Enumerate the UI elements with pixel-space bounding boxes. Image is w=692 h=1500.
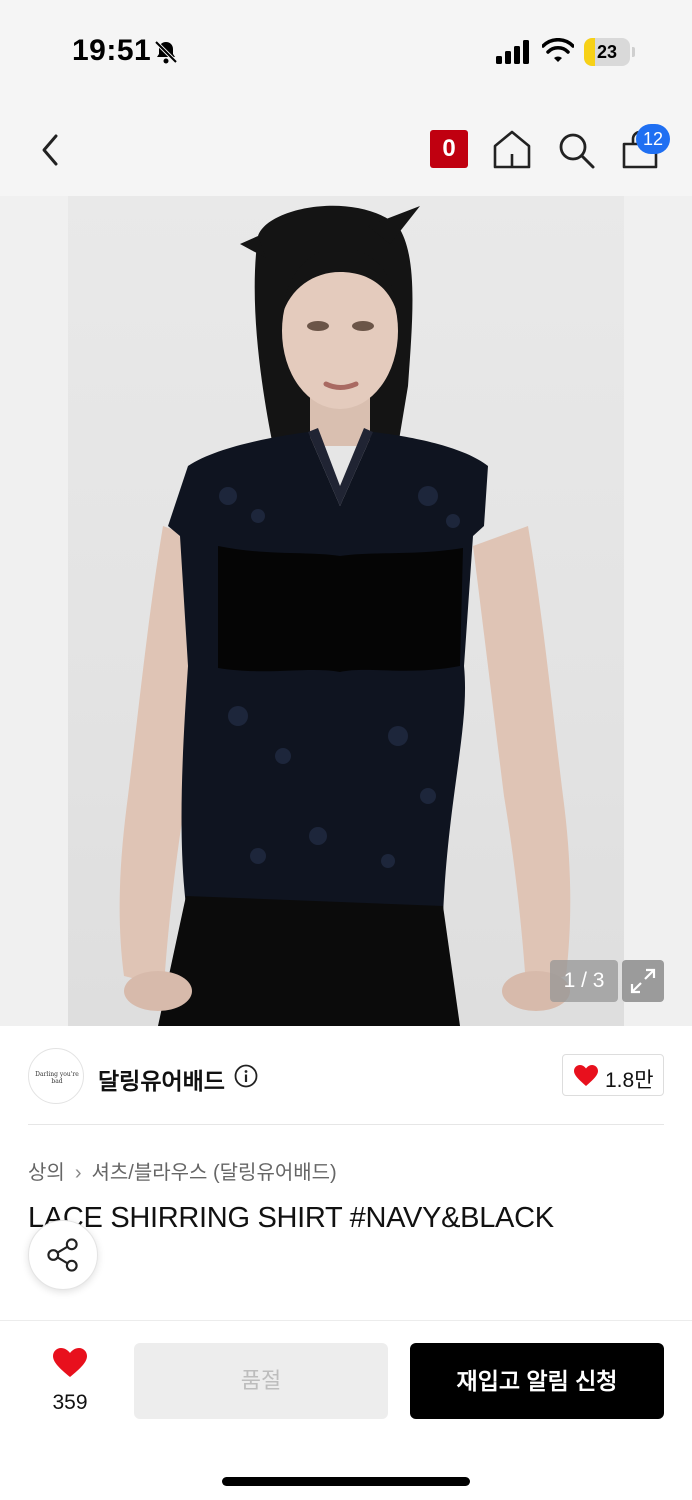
- wifi-icon: [542, 38, 574, 62]
- brand-logo[interactable]: Darling you're bad: [28, 1048, 84, 1104]
- wishlist-count: 359: [52, 1391, 88, 1414]
- battery-icon: 23: [584, 38, 636, 66]
- breadcrumb-category[interactable]: 상의: [28, 1162, 65, 1184]
- image-counter: 1 / 3: [550, 960, 618, 1002]
- brand-like-button[interactable]: 1.8만: [562, 1054, 664, 1096]
- chevron-right-icon: ›: [74, 1162, 82, 1184]
- soldout-button: 품절: [134, 1343, 388, 1419]
- home-indicator[interactable]: [222, 1477, 470, 1486]
- breadcrumb: 상의 › 셔츠/블라우스 (달링유어배드): [28, 1156, 337, 1185]
- product-photo[interactable]: [68, 196, 624, 1026]
- bell-slash-icon: [154, 40, 178, 64]
- home-icon[interactable]: [492, 128, 532, 170]
- bottom-action-bar: 359 품절 재입고 알림 신청: [0, 1320, 692, 1500]
- breadcrumb-subcategory[interactable]: 셔츠/블라우스 (달링유어배드): [91, 1162, 336, 1184]
- product-image-gallery[interactable]: [0, 196, 692, 1026]
- model-illustration: [119, 205, 571, 1026]
- signal-icon: [496, 40, 529, 64]
- status-bar: 19:51 23: [0, 0, 692, 100]
- battery-level: 23: [596, 42, 618, 62]
- divider: [28, 1124, 664, 1125]
- status-time: 19:51: [72, 34, 152, 67]
- battery-tip: [632, 47, 635, 57]
- brand-badge[interactable]: 0: [430, 130, 468, 168]
- restock-alert-button[interactable]: 재입고 알림 신청: [410, 1343, 664, 1419]
- brand-like-count: 1.8만: [605, 1069, 654, 1092]
- heart-icon: [574, 1065, 598, 1086]
- back-arrow-icon[interactable]: [30, 130, 70, 170]
- brand-row: Darling you're bad 달링유어배드 1.8만: [0, 1026, 692, 1126]
- brand-logo-text: Darling you're bad: [35, 1071, 79, 1085]
- search-icon[interactable]: [556, 130, 596, 170]
- share-icon[interactable]: [28, 1220, 98, 1290]
- info-icon[interactable]: [234, 1064, 258, 1088]
- expand-icon[interactable]: [622, 960, 664, 1002]
- product-title: LACE SHIRRING SHIRT #NAVY&BLACK: [28, 1202, 554, 1234]
- brand-name[interactable]: 달링유어배드: [98, 1062, 225, 1096]
- heart-icon: [53, 1348, 87, 1377]
- top-nav: 0: [0, 100, 692, 196]
- cart-count-badge: 12: [636, 124, 670, 154]
- wishlist-button[interactable]: 359: [30, 1347, 110, 1427]
